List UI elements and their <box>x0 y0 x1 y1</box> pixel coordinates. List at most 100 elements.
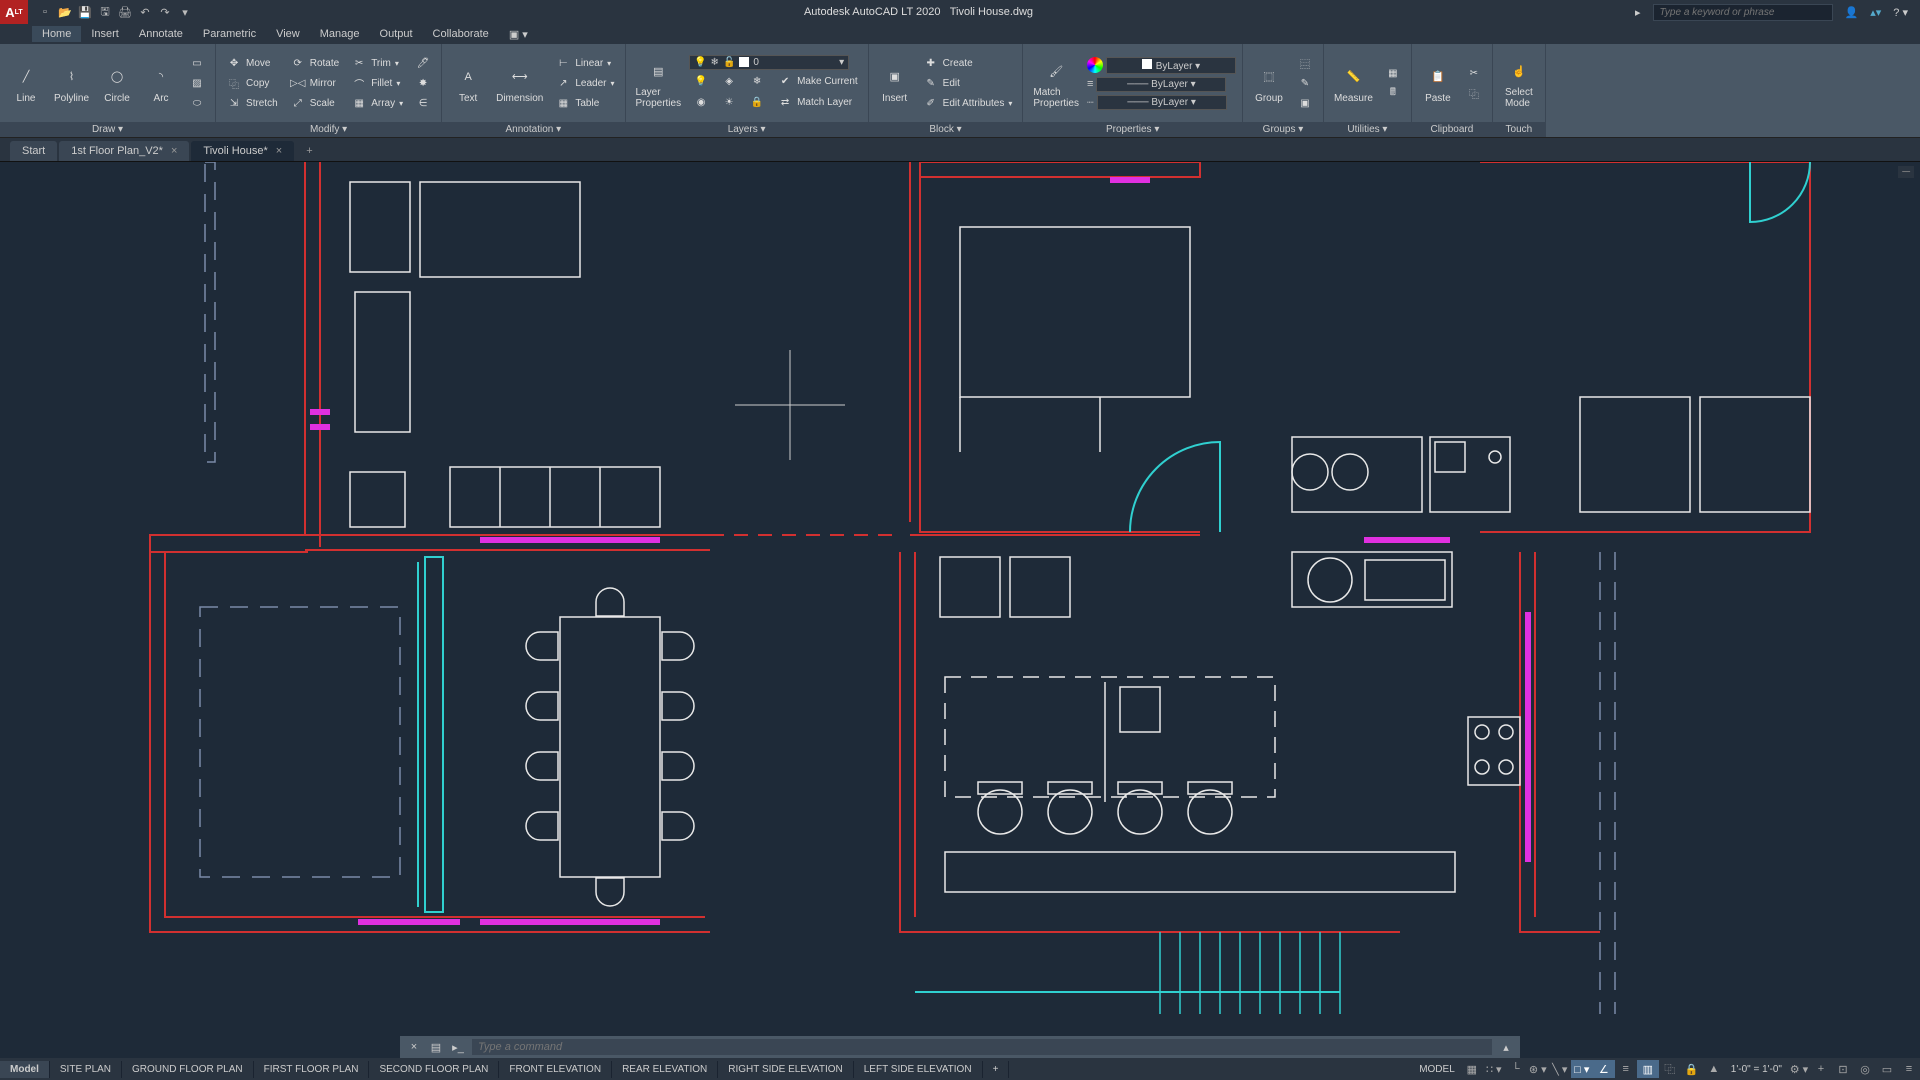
group-edit-button[interactable]: ✎ <box>1293 74 1317 92</box>
measure-button[interactable]: 📏Measure <box>1330 61 1377 106</box>
close-icon[interactable]: × <box>276 145 282 157</box>
edit-block-button[interactable]: ✎Edit <box>919 74 1017 92</box>
linear-button[interactable]: ⊢Linear <box>551 54 618 72</box>
table-button[interactable]: ▦Table <box>551 94 618 112</box>
file-tab-start[interactable]: Start <box>10 141 57 161</box>
offset-button[interactable]: ∈ <box>411 94 435 112</box>
autodesk-app-icon[interactable]: ▴▾ <box>1870 6 1881 19</box>
arc-button[interactable]: ◝Arc <box>141 61 181 106</box>
erase-button[interactable]: 🖊 <box>411 54 435 72</box>
layer-iso-button[interactable]: ◈ <box>717 73 741 91</box>
lineweight-dropdown[interactable]: ─── ByLayer ▾ <box>1096 77 1226 92</box>
copy-button[interactable]: ⿻Copy <box>222 74 282 92</box>
quick-calc-button[interactable]: 🖩 <box>1381 84 1405 102</box>
layout-tab[interactable]: RIGHT SIDE ELEVATION <box>718 1061 853 1078</box>
annotation-monitor[interactable]: + <box>1810 1060 1832 1078</box>
layer-properties-button[interactable]: ▤Layer Properties <box>632 55 686 111</box>
workspace-switch[interactable]: ⚙ ▾ <box>1788 1060 1810 1078</box>
stretch-button[interactable]: ⇲Stretch <box>222 94 282 112</box>
isolate-objects[interactable]: ◎ <box>1854 1060 1876 1078</box>
plot-icon[interactable]: 🖨 <box>116 3 134 21</box>
command-input[interactable] <box>472 1039 1492 1055</box>
panel-utilities-title[interactable]: Utilities ▾ <box>1324 122 1411 137</box>
saveas-icon[interactable]: 🖫 <box>96 3 114 21</box>
layout-tab[interactable]: REAR ELEVATION <box>612 1061 718 1078</box>
hardware-accel[interactable]: ⊡ <box>1832 1060 1854 1078</box>
line-button[interactable]: ╱Line <box>6 61 46 106</box>
clean-screen[interactable]: ▭ <box>1876 1060 1898 1078</box>
selection-cycling[interactable]: ⿻ <box>1659 1060 1681 1078</box>
mirror-button[interactable]: ▷◁Mirror <box>286 74 343 92</box>
rotate-button[interactable]: ⟳Rotate <box>286 54 343 72</box>
panel-draw-title[interactable]: Draw ▾ <box>0 122 215 137</box>
rectangle-button[interactable]: ▭ <box>185 54 209 72</box>
explode-button[interactable]: ✸ <box>411 74 435 92</box>
tab-insert[interactable]: Insert <box>81 26 129 42</box>
group-button[interactable]: ⿴Group <box>1249 61 1289 106</box>
layout-tab[interactable]: SECOND FLOOR PLAN <box>369 1061 499 1078</box>
select-all-button[interactable]: ▦ <box>1381 64 1405 82</box>
panel-block-title[interactable]: Block ▾ <box>869 122 1023 137</box>
linetype-dropdown[interactable]: ─── ByLayer ▾ <box>1097 95 1227 110</box>
layout-tab-model[interactable]: Model <box>0 1061 50 1078</box>
tab-collaborate[interactable]: Collaborate <box>423 26 499 42</box>
color-dropdown[interactable]: ByLayer ▾ <box>1106 57 1236 74</box>
transparency-toggle[interactable]: ▥ <box>1637 1060 1659 1078</box>
layout-tab[interactable]: LEFT SIDE ELEVATION <box>854 1061 983 1078</box>
redo-icon[interactable]: ↷ <box>156 3 174 21</box>
group-select-button[interactable]: ▣ <box>1293 94 1317 112</box>
move-button[interactable]: ✥Move <box>222 54 282 72</box>
grid-toggle[interactable]: ▦ <box>1461 1060 1483 1078</box>
trim-button[interactable]: ✂Trim <box>347 54 407 72</box>
tab-parametric[interactable]: Parametric <box>193 26 266 42</box>
panel-modify-title[interactable]: Modify ▾ <box>216 122 441 137</box>
make-current-button[interactable]: ✔Make Current <box>773 73 862 91</box>
help-icon[interactable]: ? ▾ <box>1893 6 1908 19</box>
select-mode-button[interactable]: ☝Select Mode <box>1499 55 1539 111</box>
text-button[interactable]: AText <box>448 61 488 106</box>
copy-clip-button[interactable]: ⿻ <box>1462 84 1486 102</box>
panel-properties-title[interactable]: Properties ▾ <box>1023 122 1242 137</box>
customize-status[interactable]: ≡ <box>1898 1060 1920 1078</box>
layout-tab[interactable]: SITE PLAN <box>50 1061 122 1078</box>
color-wheel-icon[interactable] <box>1087 57 1103 73</box>
otrack-toggle[interactable]: ∠ <box>1593 1060 1615 1078</box>
add-layout-button[interactable]: + <box>983 1061 1010 1078</box>
edit-attributes-button[interactable]: ✐Edit Attributes <box>919 94 1017 112</box>
isodraft-toggle[interactable]: ╲ ▾ <box>1549 1060 1571 1078</box>
panel-annotation-title[interactable]: Annotation ▾ <box>442 122 624 137</box>
panel-layers-title[interactable]: Layers ▾ <box>626 122 868 137</box>
layer-thaw-button[interactable]: ☀ <box>717 94 741 112</box>
dimension-button[interactable]: ⟷Dimension <box>492 61 547 106</box>
status-model[interactable]: MODEL <box>1413 1064 1461 1075</box>
signin-icon[interactable]: 👤 <box>1845 6 1859 19</box>
file-tab-1[interactable]: 1st Floor Plan_V2*× <box>59 141 189 161</box>
lwt-toggle[interactable]: ≡ <box>1615 1060 1637 1078</box>
qat-more-icon[interactable]: ▾ <box>176 3 194 21</box>
polar-toggle[interactable]: ⊛ ▾ <box>1527 1060 1549 1078</box>
tab-annotate[interactable]: Annotate <box>129 26 193 42</box>
annotation-scale[interactable]: 1'-0" = 1'-0" <box>1725 1064 1788 1075</box>
fillet-button[interactable]: ⌒Fillet <box>347 74 407 92</box>
undo-icon[interactable]: ↶ <box>136 3 154 21</box>
polyline-button[interactable]: ⌇Polyline <box>50 61 93 106</box>
layer-dropdown[interactable]: 💡❄🔓 0 ▾ <box>689 55 849 70</box>
tab-home[interactable]: Home <box>32 26 81 42</box>
recent-cmd-icon[interactable]: ▤ <box>428 1039 444 1055</box>
infocenter-arrow-icon[interactable]: ▸ <box>1635 6 1641 19</box>
drawing-canvas[interactable]: ─ <box>0 162 1920 1014</box>
add-tab-button[interactable]: + <box>296 141 322 161</box>
search-input[interactable] <box>1653 4 1833 21</box>
array-button[interactable]: ▦Array <box>347 94 407 112</box>
create-block-button[interactable]: ✚Create <box>919 54 1017 72</box>
save-icon[interactable]: 💾 <box>76 3 94 21</box>
layer-on-button[interactable]: ◉ <box>689 94 713 112</box>
app-logo[interactable]: ALT <box>0 0 28 24</box>
close-icon[interactable]: × <box>171 145 177 157</box>
annotation-visibility[interactable]: ▲ <box>1703 1060 1725 1078</box>
match-properties-button[interactable]: 🖌Match Properties <box>1029 55 1083 111</box>
panel-groups-title[interactable]: Groups ▾ <box>1243 122 1323 137</box>
layer-lock-button[interactable]: 🔒 <box>745 94 769 112</box>
tab-view[interactable]: View <box>266 26 310 42</box>
file-tab-2[interactable]: Tivoli House*× <box>191 141 294 161</box>
